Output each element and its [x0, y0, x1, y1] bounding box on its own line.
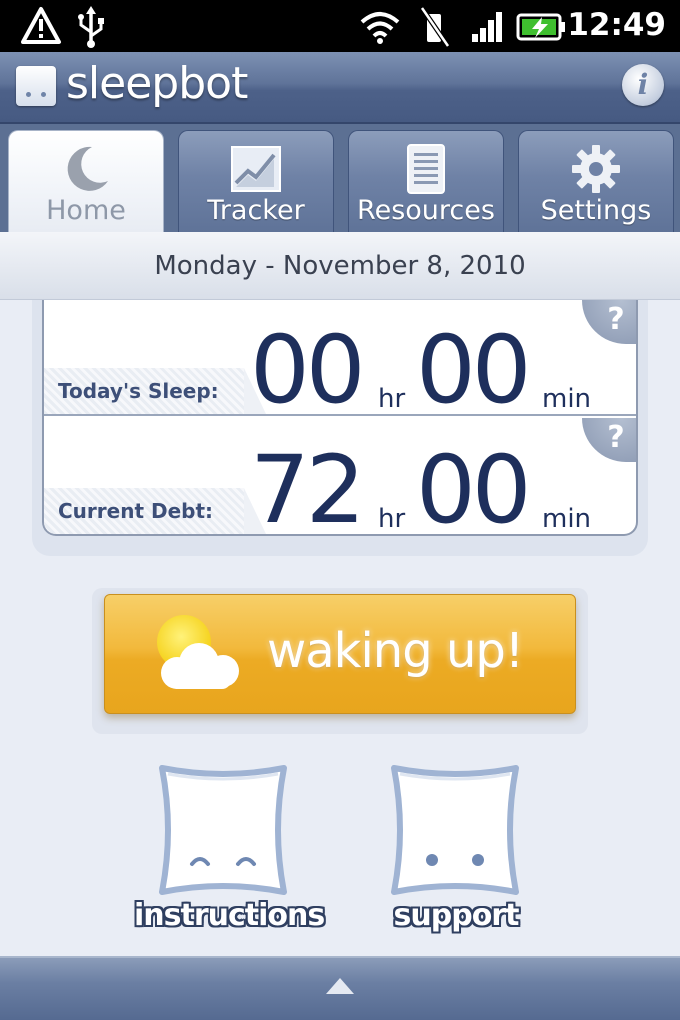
todays-sleep-row: Today's Sleep: 00 hr 00 min ? [44, 300, 636, 425]
tab-home[interactable]: Home [8, 130, 164, 232]
hours-unit: hr [378, 384, 406, 414]
usb-icon [78, 6, 104, 48]
chart-icon [231, 146, 281, 192]
bottom-drawer[interactable] [0, 956, 680, 1020]
app-logo-text: sleepbot [66, 58, 248, 109]
tab-label: Home [46, 195, 126, 226]
app-header: sleepbot i [0, 52, 680, 124]
tab-label: Settings [540, 195, 652, 226]
gear-icon [572, 145, 620, 193]
document-icon [407, 144, 445, 194]
tab-tracker[interactable]: Tracker [178, 130, 334, 232]
cloud-icon [161, 643, 239, 689]
instructions-label: instructions [134, 898, 325, 933]
current-debt-help-button[interactable]: ? [582, 418, 636, 462]
todays-sleep-label: Today's Sleep: [44, 368, 266, 414]
wifi-icon [360, 12, 400, 44]
battery-charging-icon [516, 13, 565, 41]
stats-card: Today's Sleep: 00 hr 00 min ? Current De… [42, 300, 638, 536]
waking-up-button[interactable]: waking up! [104, 594, 576, 714]
chevron-up-icon[interactable] [326, 978, 354, 994]
minutes-unit: min [542, 504, 592, 534]
info-button[interactable]: i [622, 64, 664, 106]
instructions-button[interactable]: instructions [134, 760, 325, 946]
tab-label: Resources [357, 195, 495, 226]
current-debt-label: Current Debt: [44, 488, 266, 534]
current-debt-row: Current Debt: 72 hr 00 min ? [44, 418, 636, 534]
vibrate-icon [419, 6, 451, 48]
clock: 12:49 [567, 7, 666, 43]
tab-resources[interactable]: Resources [348, 130, 504, 232]
date-header: Monday - November 8, 2010 [0, 232, 680, 300]
alert-icon [21, 7, 61, 44]
pillow-smile-icon [159, 765, 287, 895]
tab-bar: Home Tracker Resources Settings [0, 124, 680, 232]
todays-sleep-minutes: 00 [416, 316, 532, 425]
todays-sleep-hours: 00 [250, 316, 366, 425]
logo-pillow-icon [16, 66, 56, 106]
current-debt-hours: 72 [250, 436, 366, 536]
pillow-dots-icon [391, 765, 519, 895]
current-debt-minutes: 00 [416, 436, 532, 536]
todays-sleep-help-button[interactable]: ? [582, 300, 636, 344]
tab-settings[interactable]: Settings [518, 130, 674, 232]
tab-label: Tracker [207, 195, 305, 226]
support-button[interactable]: support [366, 760, 546, 946]
waking-up-label: waking up! [267, 623, 524, 679]
signal-icon [472, 12, 502, 42]
minutes-unit: min [542, 384, 592, 414]
support-label: support [393, 898, 520, 933]
status-bar: 12:49 [0, 0, 680, 52]
moon-icon [67, 146, 108, 191]
hours-unit: hr [378, 504, 406, 534]
